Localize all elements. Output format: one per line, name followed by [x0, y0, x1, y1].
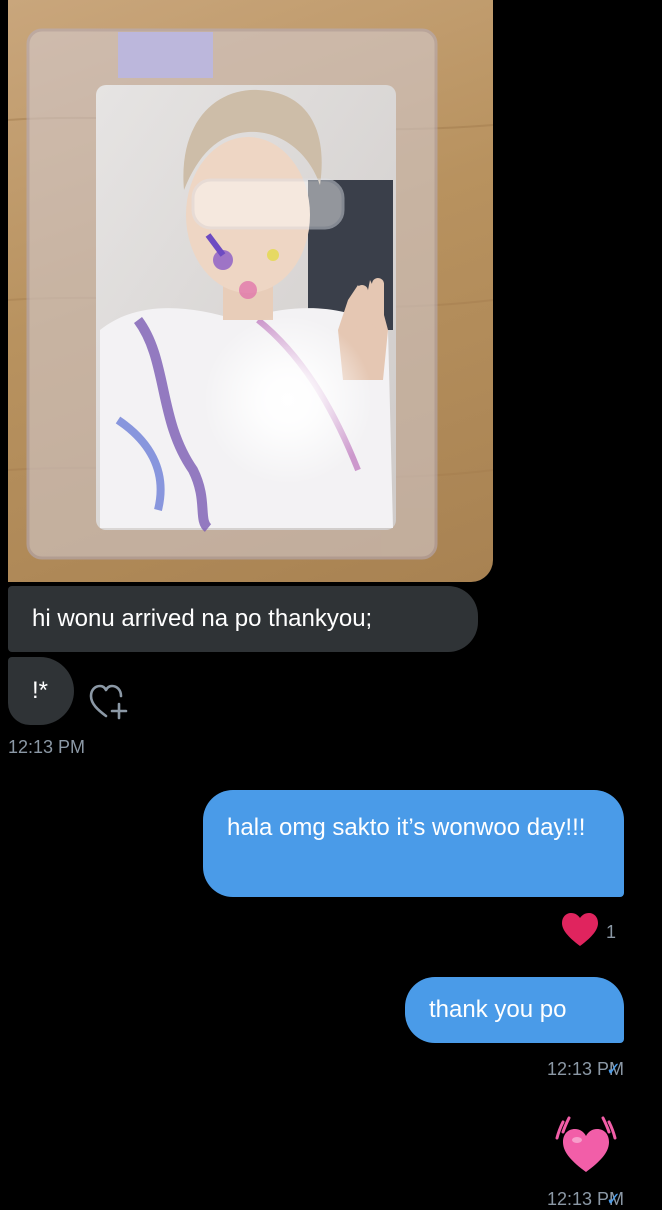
heart-plus-icon	[89, 684, 128, 720]
message-timestamp: 12:13 PM	[8, 737, 86, 757]
photocard-image	[8, 28, 493, 560]
sent-message[interactable]: hala omg sakto it’s wonwoo day!!!	[203, 790, 624, 897]
photo-message[interactable]	[8, 0, 493, 582]
received-message-text: hi wonu arrived na po thankyou;	[32, 605, 373, 632]
sent-message-text: hala omg sakto it’s wonwoo day!!!	[227, 814, 586, 841]
dm-conversation: hi wonu arrived na po thankyou; !* 12:13…	[0, 0, 662, 1209]
read-check-icon: ✓	[606, 1059, 622, 1079]
reaction-count: 1	[606, 922, 617, 942]
emoji-message[interactable]	[555, 1112, 617, 1178]
received-message[interactable]: hi wonu arrived na po thankyou;	[8, 586, 478, 652]
received-message-text: !*	[32, 677, 49, 704]
sent-message[interactable]: thank you po	[405, 977, 624, 1043]
sent-message-text: thank you po	[429, 996, 567, 1023]
heart-reaction-icon	[562, 913, 598, 946]
beating-heart-emoji	[555, 1116, 617, 1172]
received-message[interactable]: !*	[8, 657, 74, 725]
read-check-icon: ✓	[606, 1189, 622, 1209]
add-reaction-button[interactable]	[88, 682, 132, 722]
